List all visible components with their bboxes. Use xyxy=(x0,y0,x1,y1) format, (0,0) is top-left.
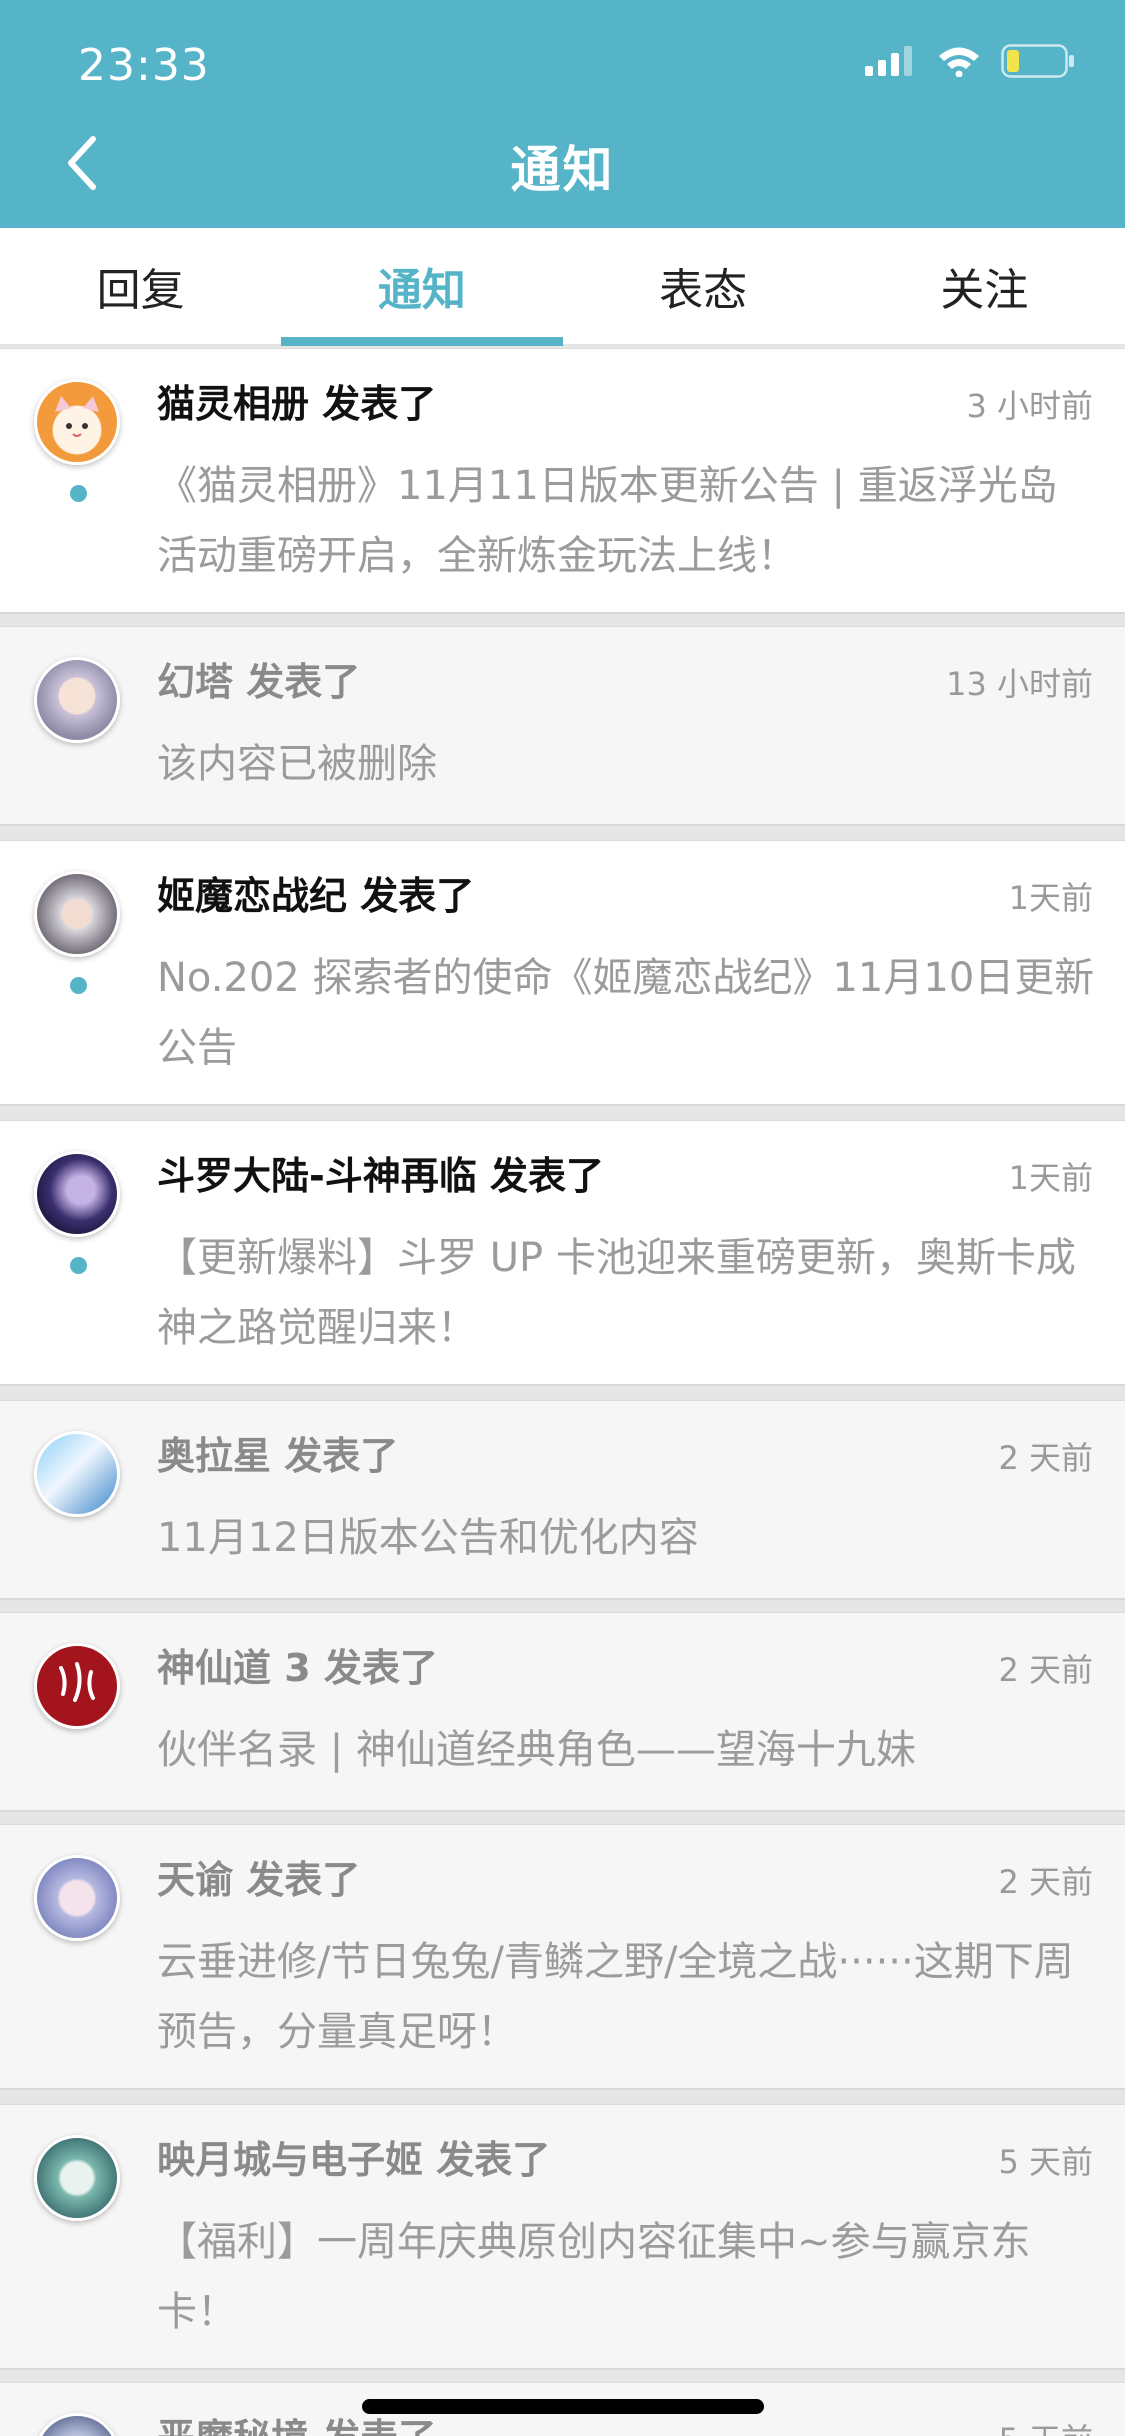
notification-author: 斗罗大陆-斗神再临 发表了 xyxy=(157,1154,605,1198)
notification-content: 云垂进修/节日兔兔/青鳞之野/全境之战······这期下周预告，分量真足呀！ xyxy=(157,1939,1074,2055)
notification-item[interactable]: 映月城与电子姬 发表了 5 天前 【福利】一周年庆典原创内容征集中~参与赢京东卡… xyxy=(0,2104,1125,2370)
nav-header: 23:33 通知 xyxy=(0,0,1125,228)
notification-author: 映月城与电子姬 发表了 xyxy=(157,2138,551,2182)
avatar xyxy=(34,871,120,957)
wifi-icon xyxy=(939,47,979,77)
battery-icon xyxy=(1001,44,1074,78)
notification-content: 伙伴名录 | 神仙道经典角色——望海十九妹 xyxy=(157,1727,916,1773)
notification-content: 【更新爆料】斗罗 UP 卡池迎来重磅更新，奥斯卡成神之路觉醒归来！ xyxy=(157,1235,1076,1351)
home-indicator[interactable] xyxy=(362,2399,764,2414)
avatar xyxy=(34,1855,120,1941)
notification-author: 神仙道 3 发表了 xyxy=(157,1646,438,1690)
notification-item[interactable]: 猫灵相册 发表了 3 小时前 《猫灵相册》11月11日版本更新公告 | 重返浮光… xyxy=(0,348,1125,614)
avatar xyxy=(34,657,120,743)
notification-time: 3 小时前 xyxy=(966,387,1093,425)
notification-author: 姬魔恋战纪 发表了 xyxy=(157,874,475,918)
notification-item[interactable]: 奥拉星 发表了 2 天前 11月12日版本公告和优化内容 xyxy=(0,1400,1125,1600)
tab-notice[interactable]: 通知 xyxy=(281,228,563,346)
notification-time: 5 天前 xyxy=(998,2415,1093,2436)
notification-content: 【福利】一周年庆典原创内容征集中~参与赢京东卡！ xyxy=(157,2219,1031,2335)
notification-time: 5 天前 xyxy=(998,2143,1093,2181)
notification-item[interactable]: 天谕 发表了 2 天前 云垂进修/节日兔兔/青鳞之野/全境之战······这期下… xyxy=(0,1824,1125,2090)
tab-reply[interactable]: 回复 xyxy=(0,228,281,344)
notification-author: 幻塔 发表了 xyxy=(157,660,361,704)
notification-content: 该内容已被删除 xyxy=(157,741,437,787)
notification-item[interactable]: 神仙道 3 发表了 2 天前 伙伴名录 | 神仙道经典角色——望海十九妹 xyxy=(0,1612,1125,1812)
notification-content: No.202 探索者的使命《姬魔恋战纪》11月10日更新公告 xyxy=(157,955,1095,1071)
unread-dot xyxy=(70,485,87,502)
notification-time: 1天前 xyxy=(1008,879,1093,917)
status-time: 23:33 xyxy=(78,40,210,91)
notification-item[interactable]: 斗罗大陆-斗神再临 发表了 1天前 【更新爆料】斗罗 UP 卡池迎来重磅更新，奥… xyxy=(0,1120,1125,1386)
notification-item[interactable]: 姬魔恋战纪 发表了 1天前 No.202 探索者的使命《姬魔恋战纪》11月10日… xyxy=(0,840,1125,1106)
tab-follow[interactable]: 关注 xyxy=(844,228,1125,344)
notification-author: 猫灵相册 发表了 xyxy=(157,382,437,426)
avatar xyxy=(34,379,120,465)
notification-content: 11月12日版本公告和优化内容 xyxy=(157,1515,699,1561)
status-icons xyxy=(865,44,1075,78)
notification-content: 《猫灵相册》11月11日版本更新公告 | 重返浮光岛活动重磅开启，全新炼金玩法上… xyxy=(157,463,1058,579)
tab-reaction[interactable]: 表态 xyxy=(563,228,844,344)
notification-time: 13 小时前 xyxy=(946,665,1093,703)
avatar xyxy=(34,2413,120,2436)
avatar xyxy=(34,2135,120,2221)
tab-bar: 回复 通知 表态 关注 xyxy=(0,228,1125,346)
notification-author: 天谕 发表了 xyxy=(157,1858,361,1902)
avatar xyxy=(34,1643,120,1729)
notification-time: 2 天前 xyxy=(998,1651,1093,1689)
notification-item[interactable]: 幻塔 发表了 13 小时前 该内容已被删除 xyxy=(0,626,1125,826)
avatar xyxy=(34,1431,120,1517)
notification-author: 奥拉星 发表了 xyxy=(157,1434,399,1478)
unread-dot xyxy=(70,1257,87,1274)
notification-time: 2 天前 xyxy=(998,1863,1093,1901)
notification-time: 2 天前 xyxy=(998,1439,1093,1477)
page-title: 通知 xyxy=(510,141,615,199)
notification-time: 1天前 xyxy=(1008,1159,1093,1197)
signal-icon xyxy=(865,46,912,76)
unread-dot xyxy=(70,977,87,994)
avatar xyxy=(34,1151,120,1237)
